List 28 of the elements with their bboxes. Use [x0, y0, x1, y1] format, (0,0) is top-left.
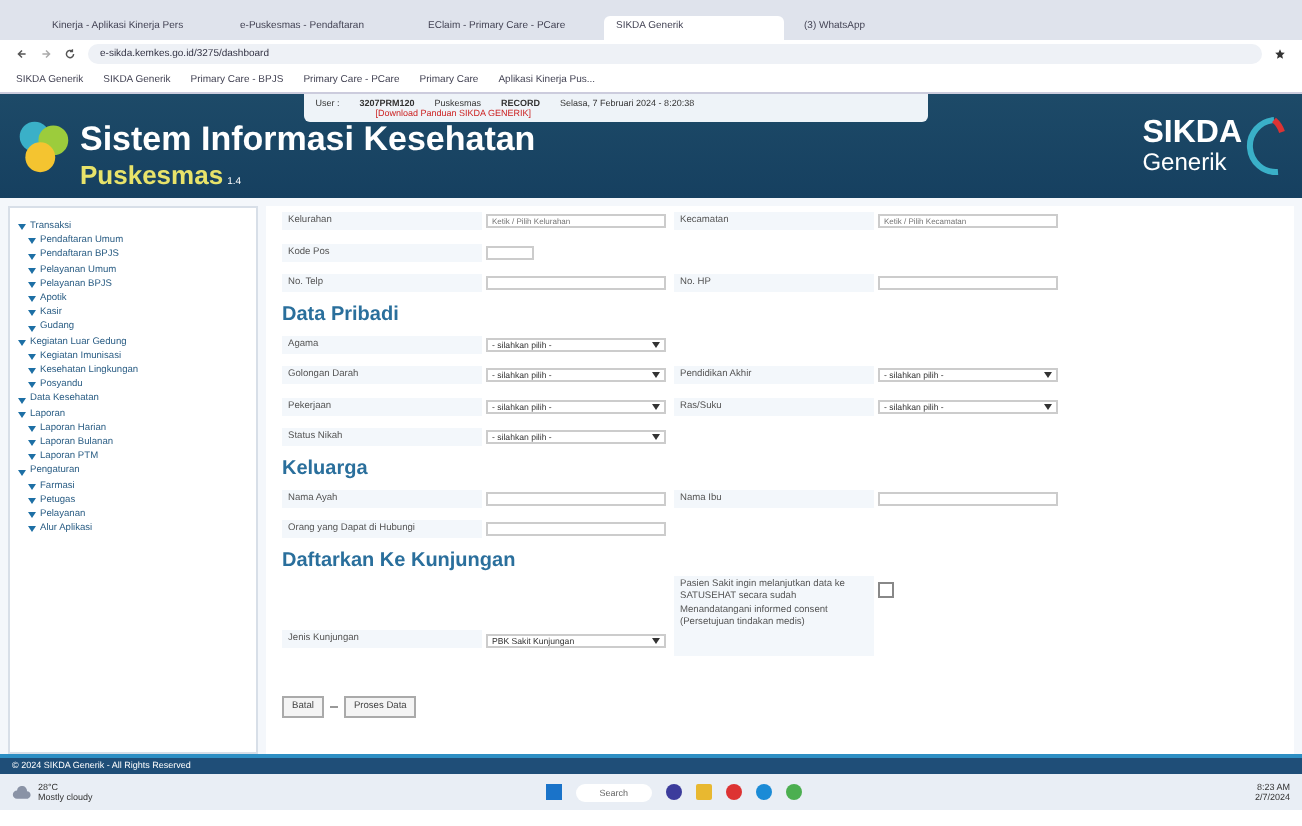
input-field[interactable] [486, 522, 666, 537]
caret-icon [652, 341, 660, 348]
section-heading: Keluarga [282, 455, 370, 483]
caret-icon [1044, 372, 1052, 379]
app-icon[interactable] [666, 784, 682, 800]
cloud-icon [12, 785, 32, 799]
app-subtitle: Puskesmas [80, 159, 224, 189]
reload-icon[interactable] [64, 48, 76, 60]
swoosh-logo-icon [1246, 114, 1286, 178]
input-field[interactable] [486, 245, 534, 260]
input-field[interactable] [878, 276, 1058, 291]
section-heading: Daftarkan Ke Kunjungan [282, 547, 518, 575]
caret-icon [1044, 403, 1052, 410]
section-heading: Data Pribadi [282, 301, 401, 329]
input-field[interactable] [878, 491, 1058, 506]
caret-icon [652, 434, 660, 441]
back-arrow-icon[interactable] [16, 48, 28, 60]
brand-subtitle: Generik [1142, 150, 1229, 174]
star-icon[interactable] [1274, 48, 1286, 60]
caret-icon [652, 637, 660, 643]
start-icon[interactable] [545, 784, 562, 800]
caret-icon [652, 372, 660, 379]
input-field[interactable] [486, 276, 666, 291]
caret-icon [652, 403, 660, 410]
app-title: Sistem Informasi Kesehatan [80, 119, 536, 159]
input-field[interactable] [486, 491, 666, 506]
checkbox[interactable] [878, 581, 894, 597]
brand-name: SIKDA [1142, 118, 1242, 150]
